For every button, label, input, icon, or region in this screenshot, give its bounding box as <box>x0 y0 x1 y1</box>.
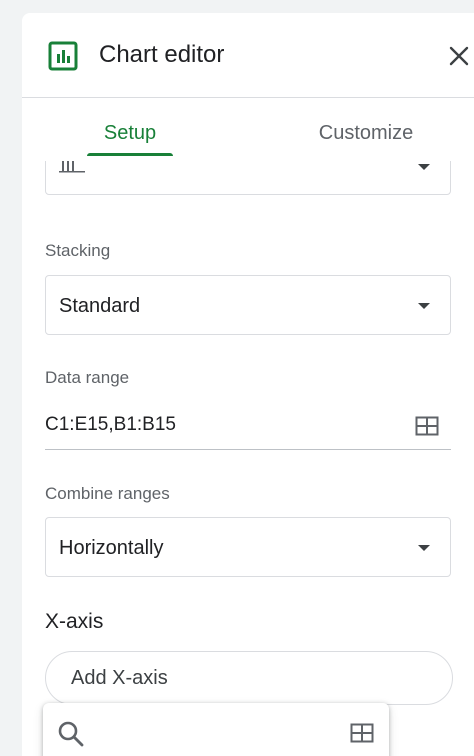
editor-tabs: Setup Customize <box>22 98 474 158</box>
stacked-column-chart-icon <box>59 161 85 173</box>
search-popup <box>43 703 389 756</box>
chevron-down-icon <box>418 164 430 170</box>
x-axis-title: X-axis <box>45 610 104 633</box>
setup-scroll-area: Stacked column chart Stacking Standard D… <box>22 161 474 756</box>
data-range-label: Data range <box>45 368 130 387</box>
chart-editor-icon <box>48 41 78 71</box>
stacking-label: Stacking <box>45 241 111 260</box>
active-tab-indicator <box>87 153 173 156</box>
chevron-down-icon <box>418 303 430 309</box>
chart-type-value: Stacked column chart <box>101 161 293 183</box>
grid-select-icon[interactable] <box>415 416 439 436</box>
tab-customize[interactable]: Customize <box>306 98 426 158</box>
data-range-input[interactable]: C1:E15,B1:B15 <box>45 414 176 436</box>
search-icon[interactable] <box>57 720 85 748</box>
stacking-value: Standard <box>59 295 141 317</box>
add-x-axis-button[interactable]: Add X-axis <box>45 651 453 705</box>
combine-ranges-select[interactable]: Horizontally <box>45 517 451 577</box>
combine-ranges-label: Combine ranges <box>45 484 170 503</box>
close-icon[interactable] <box>448 45 470 67</box>
chevron-down-icon <box>418 545 430 551</box>
tab-setup[interactable]: Setup <box>87 98 173 158</box>
search-input[interactable] <box>97 715 341 753</box>
chart-editor-header: Chart editor <box>22 13 474 98</box>
chart-type-select[interactable]: Stacked column chart <box>45 161 451 195</box>
page-title: Chart editor <box>99 41 225 68</box>
combine-ranges-value: Horizontally <box>59 537 164 559</box>
data-range-underline <box>45 449 451 450</box>
add-x-axis-label: Add X-axis <box>71 667 168 689</box>
stacking-select[interactable]: Standard <box>45 275 451 335</box>
grid-select-icon[interactable] <box>350 723 374 743</box>
chart-editor-panel: Chart editor Setup Customize Stacked col… <box>22 13 474 756</box>
